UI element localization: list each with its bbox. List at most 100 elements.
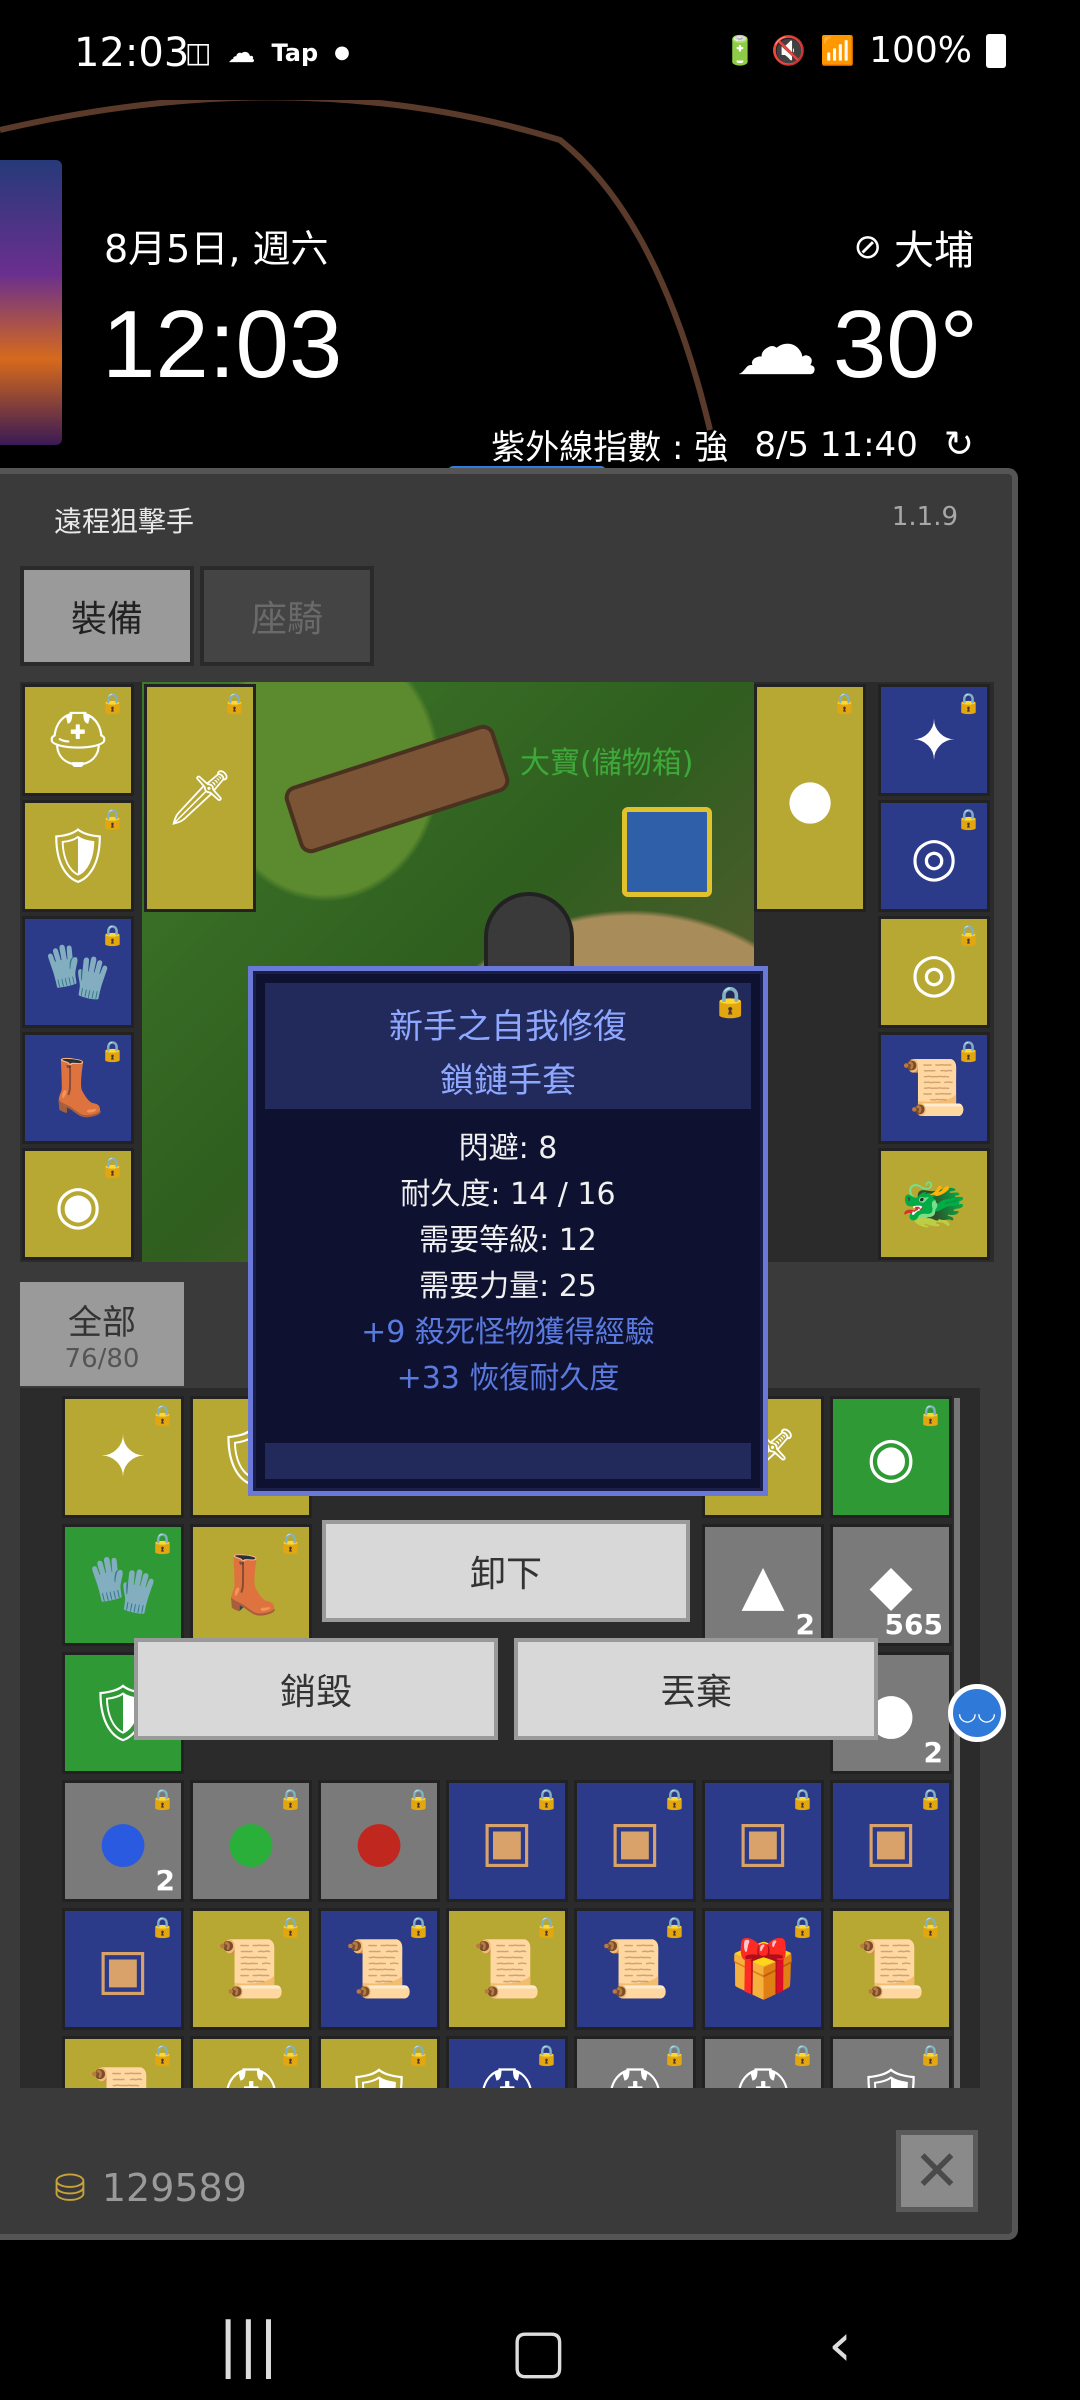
inventory-slot[interactable]: 🎁 🔒 [702, 1908, 824, 2030]
inventory-slot[interactable]: ⛑🔒 [702, 2036, 824, 2088]
inventory-slot[interactable]: ◉ 🔒 [830, 1396, 952, 1518]
inventory-slot[interactable]: ▣ 🔒 [574, 1780, 696, 1902]
stat-dodge: 閃避: 8 [458, 1131, 558, 1166]
slot-belt[interactable]: ◉ 🔒 [22, 1148, 134, 1260]
gloves-icon: 🧤 [44, 940, 112, 1003]
lock-icon: 🔒 [956, 807, 981, 831]
inventory-slot[interactable]: ▲ 2 [702, 1524, 824, 1646]
red-gem-icon: ● [354, 1808, 404, 1874]
temperature: 30° [832, 291, 978, 398]
slot-armor[interactable]: 🛡 🔒 [22, 800, 134, 912]
log-sprite [281, 721, 513, 857]
item-quantity: 2 [795, 1608, 815, 1641]
lock-icon: 🔒 [100, 1039, 125, 1063]
slot-offhand[interactable]: ● 🔒 [754, 684, 866, 912]
tab-mount[interactable]: 座騎 [200, 566, 374, 666]
chest-sprite[interactable] [622, 807, 712, 897]
treasure-icon: 🎁 [728, 1937, 798, 2002]
lock-icon: 🔒 [406, 1787, 431, 1811]
tooltip-footer [265, 1443, 751, 1479]
inventory-slot[interactable]: 📜🔒 [446, 1908, 568, 2030]
slot-gloves[interactable]: 🧤 🔒 [22, 916, 134, 1028]
home-icon[interactable]: ▢ [510, 2316, 567, 2386]
inventory-slot[interactable]: 📜🔒 [62, 2036, 184, 2088]
inventory-slot[interactable]: ⛑🔒 [574, 2036, 696, 2088]
inventory-slot[interactable]: ▣ 🔒 [830, 1780, 952, 1902]
inventory-slot[interactable]: 🛡🔒 [318, 2036, 440, 2088]
location-off-icon: ⊘ [853, 227, 883, 267]
discard-button[interactable]: 丟棄 [514, 1638, 878, 1740]
amulet-icon: ✦ [99, 1424, 147, 1490]
inventory-slot[interactable]: ▣ 🔒 [446, 1780, 568, 1902]
notification-thumbnail[interactable] [0, 160, 62, 445]
slot-weapon[interactable]: 🗡 🔒 [144, 684, 256, 912]
close-button[interactable]: ✕ [896, 2130, 978, 2212]
shield-round-icon: ● [786, 766, 834, 830]
inventory-slot[interactable]: 📜🔒 [830, 1908, 952, 2030]
unequip-button[interactable]: 卸下 [322, 1520, 690, 1622]
lock-icon: 🔒 [150, 1531, 175, 1555]
inventory-slot[interactable]: ✦ 🔒 [62, 1396, 184, 1518]
slot-amulet[interactable]: ✦ 🔒 [878, 684, 990, 796]
inventory-slot[interactable]: 📜🔒 [318, 1908, 440, 2030]
scroll-icon: 📜 [88, 2064, 158, 2088]
bonus-exp: +9 殺死怪物獲得經驗 [361, 1315, 655, 1350]
lock-icon: 🔒 [790, 1915, 815, 1939]
scroll-icon: 📜 [344, 1937, 414, 2002]
rune-icon: ▣ [608, 1808, 662, 1874]
tab-equipment[interactable]: 裝備 [20, 566, 194, 666]
gold-coins-icon: ⛁ [54, 2166, 86, 2210]
helmet-icon: ⛑ [471, 2064, 542, 2088]
belt-icon: ◉ [54, 1172, 102, 1236]
lock-icon: 🔒 [278, 1531, 303, 1555]
lock-icon[interactable]: 🔒 [712, 985, 749, 1020]
floating-assistant-button[interactable]: ◡◡ [948, 1684, 1006, 1742]
slot-ring-2[interactable]: ◎ 🔒 [878, 916, 990, 1028]
mute-icon: 🔇 [771, 34, 807, 67]
weather-updated: 8/5 11:40 [754, 424, 918, 465]
item-prefix-name: 新手之自我修復 [389, 1007, 627, 1047]
inventory-slot[interactable]: 📜🔒 [190, 1908, 312, 2030]
lock-icon: 🔒 [278, 2043, 303, 2067]
inventory-slot[interactable]: 🧤 🔒 [62, 1524, 184, 1646]
inventory-slot[interactable]: ◆ 565 [830, 1524, 952, 1646]
inventory-slot[interactable]: 👢 🔒 [190, 1524, 312, 1646]
gold-amount: 129589 [101, 2166, 247, 2210]
inventory-slot[interactable]: 📜🔒 [574, 1908, 696, 2030]
inventory-slot[interactable]: 🛡🔒 [830, 2036, 952, 2088]
helmet-icon: ⛑ [727, 2064, 798, 2088]
lock-icon: 🔒 [956, 923, 981, 947]
close-icon: ✕ [913, 2138, 961, 2204]
weather-location[interactable]: ⊘ 大埔 [854, 218, 975, 276]
inventory-slot[interactable]: ▣ 🔒 [702, 1780, 824, 1902]
camera-icon: ◫ [185, 36, 212, 69]
lock-icon: 🔒 [534, 1787, 559, 1811]
inventory-scrollbar[interactable] [954, 1398, 960, 2088]
status-left-icons: ◫ ☁ Tap ● [185, 36, 350, 69]
inventory-slot[interactable]: ● 🔒 [190, 1780, 312, 1902]
filter-label: 全部 [68, 1302, 136, 1343]
slot-boots[interactable]: 👢 🔒 [22, 1032, 134, 1144]
recent-apps-icon[interactable]: ||| [218, 2310, 279, 2380]
lock-icon: 🔒 [662, 1915, 687, 1939]
status-time: 12:03 [74, 30, 190, 76]
slot-pet[interactable]: 🐲 [878, 1148, 990, 1260]
slot-helmet[interactable]: ⛑ 🔒 [22, 684, 134, 796]
inventory-slot[interactable]: ● 🔒 [318, 1780, 440, 1902]
filter-all[interactable]: 全部 76/80 [20, 1282, 184, 1386]
sword-icon: 🗡 [165, 766, 235, 829]
inventory-slot[interactable]: ▣ 🔒 [62, 1908, 184, 2030]
lock-icon: 🔒 [534, 1915, 559, 1939]
refresh-icon[interactable]: ↻ [944, 424, 974, 465]
inventory-slot[interactable]: ⛑🔒 [190, 2036, 312, 2088]
slot-ring-1[interactable]: ◎ 🔒 [878, 800, 990, 912]
bonus-durability: +33 恢復耐久度 [396, 1361, 620, 1396]
slot-scroll-1[interactable]: 📜 🔒 [878, 1032, 990, 1144]
rune-icon: ▣ [736, 1808, 790, 1874]
inventory-slot[interactable]: ● 🔒 2 [62, 1780, 184, 1902]
weather-now[interactable]: ☁ 30° [735, 290, 978, 400]
armor-icon: 🛡 [343, 2064, 414, 2088]
inventory-slot[interactable]: ⛑🔒 [446, 2036, 568, 2088]
back-icon[interactable]: ‹ [828, 2310, 852, 2380]
destroy-button[interactable]: 銷毀 [134, 1638, 498, 1740]
